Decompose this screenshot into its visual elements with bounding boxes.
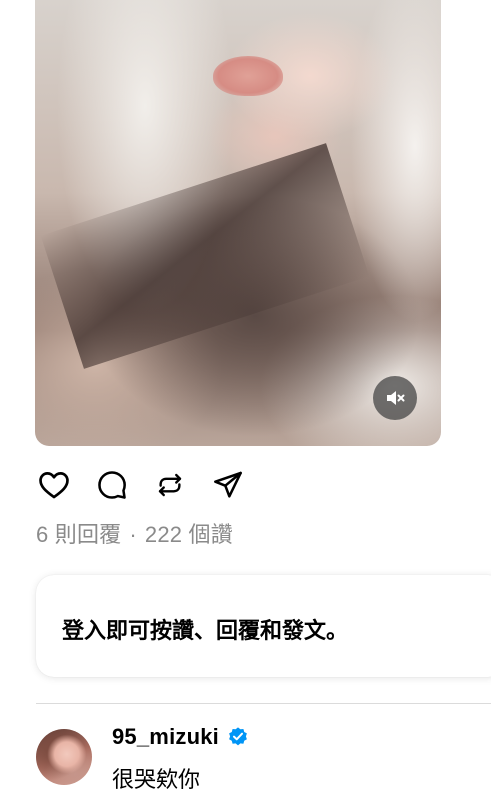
share-button[interactable] xyxy=(210,467,246,503)
post-video[interactable] xyxy=(35,0,441,446)
verified-badge-icon xyxy=(229,727,247,746)
like-count[interactable]: 222 個讚 xyxy=(145,522,233,547)
reply-author: 95_mizuki xyxy=(112,724,249,750)
reply-text: 很哭欸你 xyxy=(112,767,201,792)
reply-button[interactable] xyxy=(94,467,130,503)
heart-icon xyxy=(39,472,69,499)
post-actions xyxy=(36,466,246,504)
comment-bubble-icon xyxy=(98,471,126,499)
repost-icon xyxy=(158,473,182,497)
speaker-muted-icon xyxy=(387,391,405,405)
send-icon xyxy=(214,471,242,498)
mute-button[interactable] xyxy=(373,376,417,420)
video-frame-detail xyxy=(40,143,370,369)
repost-button[interactable] xyxy=(152,467,188,503)
username[interactable]: 95_mizuki xyxy=(112,724,219,750)
divider xyxy=(36,703,491,704)
reply-count[interactable]: 6 則回覆 xyxy=(36,522,121,547)
video-frame-detail xyxy=(213,56,283,96)
post-stats: 6 則回覆 · 222 個讚 xyxy=(36,517,233,549)
avatar[interactable] xyxy=(36,729,92,785)
login-prompt-text: 登入即可按讚、回覆和發文。 xyxy=(62,618,349,643)
like-button[interactable] xyxy=(36,467,72,503)
login-prompt-card[interactable]: 登入即可按讚、回覆和發文。 xyxy=(36,575,491,677)
stats-separator: · xyxy=(129,522,137,547)
